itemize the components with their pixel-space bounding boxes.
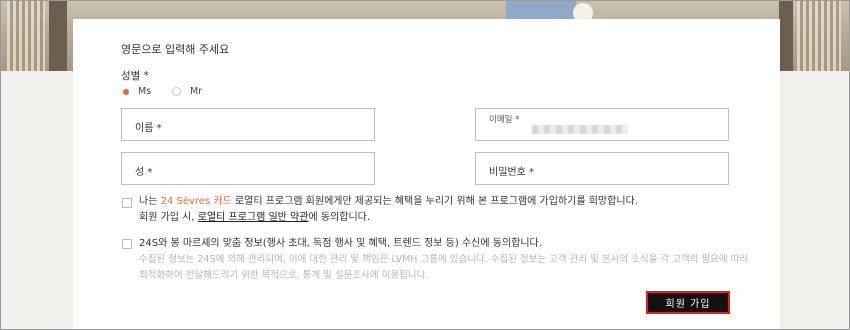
first-name-field[interactable]: 이름 * xyxy=(121,108,375,141)
terms-text-prefix: 회원 가입 시, xyxy=(139,212,198,223)
gender-label: 성별 * xyxy=(121,70,149,82)
loyalty-text-suffix: 로열티 프로그램 회원에게만 제공되는 혜택을 누리기 위해 본 프로그램에 가… xyxy=(231,196,638,207)
last-name-label: 성 * xyxy=(135,167,153,178)
loyalty-text-prefix: 나는 xyxy=(139,196,161,207)
radio-mr[interactable]: Mr xyxy=(172,86,202,97)
marketing-consent-checkbox[interactable] xyxy=(122,239,132,249)
marketing-consent-label: 24S와 봉 마르셰의 맞춤 정보(행사 초대, 독점 행사 및 혜택, 트렌드… xyxy=(139,238,542,249)
background-shadow-right xyxy=(779,1,793,71)
page-frame: 영문으로 입력해 주세요 성별 * Ms Mr 이름 * 이메일 * 성 * 비… xyxy=(0,0,850,330)
radio-selected-icon xyxy=(123,88,129,95)
marketing-consent-subtext: 수집된 정보는 24S에 의해 관리되며, 이에 대한 관리 및 책임은 LVM… xyxy=(139,254,749,281)
background-shadow-left xyxy=(49,1,67,71)
background-column-right xyxy=(797,1,841,71)
loyalty-card-name: 24 Sèvres 카드 xyxy=(160,196,232,207)
terms-link[interactable]: 로열티 프로그램 일반 약관 xyxy=(198,212,309,223)
loyalty-consent-checkbox[interactable] xyxy=(122,198,132,208)
radio-unselected-icon xyxy=(172,87,181,96)
email-field[interactable]: 이메일 * xyxy=(475,108,729,141)
loyalty-consent-text: 나는 24 Sèvres 카드 로열티 프로그램 회원에게만 제공되는 혜택을 … xyxy=(139,194,759,226)
radio-ms-label: Ms xyxy=(138,86,152,97)
background-sky xyxy=(506,1,576,19)
email-value-redacted xyxy=(532,125,628,134)
radio-ms[interactable]: Ms xyxy=(123,86,151,97)
password-field[interactable]: 비밀번호 * xyxy=(475,152,729,185)
email-label: 이메일 * xyxy=(489,115,520,125)
form-instruction: 영문으로 입력해 주세요 xyxy=(121,43,230,56)
first-name-label: 이름 * xyxy=(135,123,162,134)
terms-text-suffix: 에 동의합니다. xyxy=(308,212,371,223)
signup-form-card: 영문으로 입력해 주세요 성별 * Ms Mr 이름 * 이메일 * 성 * 비… xyxy=(73,19,780,329)
background-column-left xyxy=(7,1,45,71)
last-name-field[interactable]: 성 * xyxy=(121,152,375,185)
radio-mr-label: Mr xyxy=(190,86,203,97)
signup-button[interactable]: 회원 가입 xyxy=(646,291,730,314)
password-label: 비밀번호 * xyxy=(489,167,534,178)
marketing-consent-text: 24S와 봉 마르셰의 맞춤 정보(행사 초대, 독점 행사 및 혜택, 트렌드… xyxy=(139,236,759,284)
